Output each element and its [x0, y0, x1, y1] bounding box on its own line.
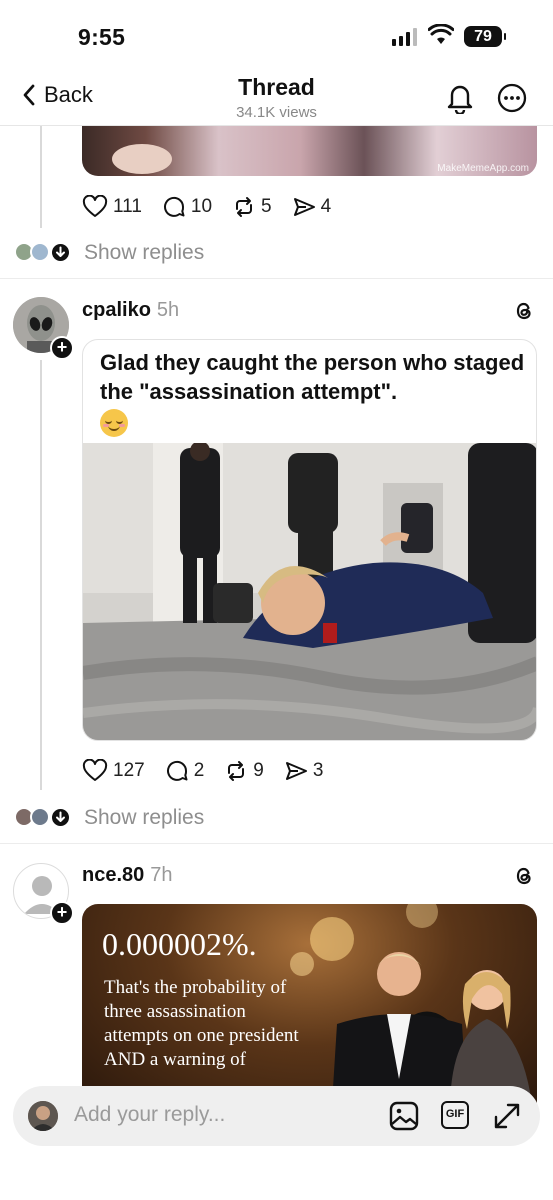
meme-headline: 0.000002%.	[102, 926, 257, 962]
username[interactable]: nce.80	[82, 864, 144, 886]
more-options-icon[interactable]	[497, 83, 527, 113]
signal-icon	[392, 28, 417, 46]
post-media-image[interactable]: MakeMemeApp.com	[82, 126, 537, 176]
avatar	[28, 1101, 58, 1131]
repost-icon	[236, 197, 253, 217]
quoted-post-body: Glad they caught the person who staged t…	[100, 350, 525, 404]
media-watermark: MakeMemeApp.com	[437, 163, 529, 174]
wifi-icon	[428, 24, 454, 44]
status-time: 9:55	[78, 24, 126, 50]
comment-button[interactable]: 10	[162, 195, 212, 219]
battery-indicator: 79	[464, 26, 506, 47]
image-attach-icon[interactable]	[389, 1101, 419, 1131]
quoted-post-card[interactable]: Glad they caught the person who staged t…	[82, 339, 537, 741]
avatar	[30, 242, 50, 262]
follow-plus-icon[interactable]: +	[50, 901, 74, 925]
username[interactable]: cpaliko	[82, 299, 151, 321]
divider	[0, 843, 553, 844]
post-time: 7h	[150, 864, 173, 886]
comment-count: 10	[190, 196, 213, 217]
divider	[0, 278, 553, 279]
thread-line	[40, 126, 42, 228]
share-count: 3	[312, 760, 324, 781]
show-replies-button[interactable]: Show replies	[14, 241, 204, 265]
meme-caption: That's the probability of three assassin…	[104, 977, 299, 1070]
heart-icon	[82, 759, 108, 781]
share-button[interactable]: 3	[284, 759, 324, 783]
media-detail	[112, 144, 172, 174]
heart-icon	[82, 195, 108, 217]
reply-avatars	[14, 807, 72, 829]
reply-avatars	[14, 242, 72, 264]
like-button[interactable]: 127	[82, 759, 145, 783]
relieved-emoji-icon	[100, 409, 128, 438]
send-icon	[293, 198, 315, 216]
reply-composer[interactable]: Add your reply... GIF	[13, 1086, 540, 1146]
avatar	[30, 807, 50, 827]
comment-count: 2	[193, 760, 205, 781]
chevron-down-icon	[50, 242, 71, 263]
share-button[interactable]: 4	[292, 195, 332, 219]
repost-count: 5	[261, 196, 272, 217]
expand-icon[interactable]	[492, 1101, 522, 1131]
comment-icon	[166, 760, 188, 781]
gif-button[interactable]: GIF	[441, 1101, 469, 1129]
post-time: 5h	[156, 299, 180, 321]
thread-line	[40, 360, 42, 790]
bell-icon[interactable]	[446, 82, 474, 114]
thread-header: Back Thread 34.1K views	[0, 70, 553, 126]
repost-button[interactable]: 5	[232, 195, 272, 219]
threads-logo-icon	[516, 302, 531, 320]
quoted-post-text: Glad they caught the person who staged t…	[100, 348, 525, 438]
repost-count: 9	[253, 760, 264, 781]
comment-icon	[163, 196, 185, 217]
post-meme-image[interactable]: 0.000002%. That's the probability of thr…	[82, 904, 537, 1104]
show-replies-button[interactable]: Show replies	[14, 806, 204, 830]
show-replies-label: Show replies	[84, 806, 205, 829]
status-bar: 9:55 79	[0, 0, 553, 70]
post-header: cpaliko 5h	[82, 299, 179, 322]
post-header: nce.80 7h	[82, 864, 173, 887]
follow-plus-icon[interactable]: +	[50, 336, 74, 360]
like-button[interactable]: 111	[82, 195, 142, 219]
repost-button[interactable]: 9	[224, 759, 264, 783]
chevron-down-icon	[50, 807, 71, 828]
send-icon	[285, 762, 307, 780]
show-replies-label: Show replies	[84, 241, 205, 264]
post-actions: 127 2 9 3	[82, 759, 343, 783]
post-actions: 111 10 5 4	[82, 195, 351, 219]
reply-input[interactable]: Add your reply...	[74, 1103, 225, 1127]
repost-icon	[228, 761, 245, 781]
share-count: 4	[320, 196, 332, 217]
post-photo[interactable]	[83, 443, 536, 740]
like-count: 111	[113, 196, 142, 217]
threads-logo-icon	[516, 867, 531, 885]
comment-button[interactable]: 2	[165, 759, 205, 783]
like-count: 127	[113, 760, 145, 781]
arrest-photo-image	[83, 443, 536, 740]
